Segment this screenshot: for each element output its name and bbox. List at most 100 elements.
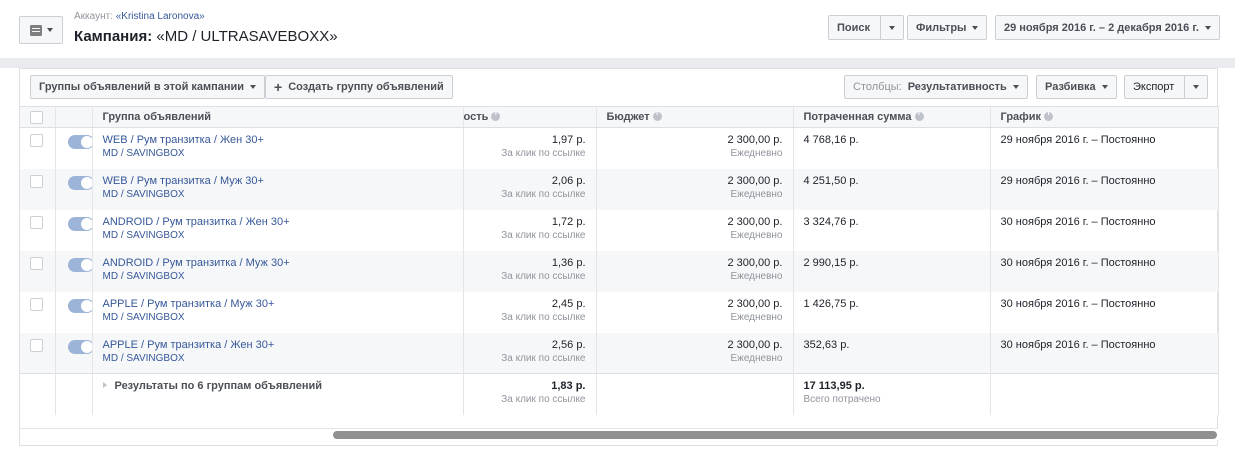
columns-dropdown[interactable]: Столбцы: Результативность [844, 75, 1028, 99]
export-dropdown-toggle[interactable] [1184, 76, 1207, 98]
column-header-spent[interactable]: Потраченная сумма [793, 106, 991, 128]
totals-label-cell[interactable]: Результаты по 6 группам объявлений [92, 373, 464, 415]
budget-cell[interactable]: 2 300,00 р. Ежедневно [596, 291, 794, 333]
row-checkbox[interactable] [30, 174, 43, 188]
adset-status-toggle[interactable] [67, 216, 91, 231]
adset-name-cell: WEB / Рум транзитка / Жен 30+ MD / SAVING… [92, 127, 464, 169]
search-button[interactable]: Поиск [828, 15, 905, 40]
adset-campaign-link[interactable]: MD / SAVINGBOX [103, 312, 453, 323]
schedule-cell: 30 ноября 2016 г. – Постоянно [990, 250, 1219, 292]
column-header-budget[interactable]: Бюджет [596, 106, 794, 128]
cost-value: 2,45 р. [551, 297, 586, 310]
budget-subtext: Ежедневно [730, 188, 783, 200]
row-checkbox[interactable] [30, 256, 43, 270]
adset-campaign-link[interactable]: MD / SAVINGBOX [103, 353, 453, 364]
adset-name-link[interactable]: APPLE / Рум транзитка / Муж 30+ [103, 298, 453, 310]
column-header-cost-label: ость [463, 111, 489, 123]
adset-status-toggle[interactable] [67, 175, 91, 190]
spent-value: 3 324,76 р. [803, 215, 859, 228]
spent-value: 2 990,15 р. [803, 256, 859, 269]
cost-cell: 1,72 р. За клик по ссылке [463, 209, 597, 251]
table-row[interactable]: WEB / Рум транзитка / Жен 30+ MD / SAVING… [20, 127, 1219, 169]
scrollbar-thumb[interactable] [333, 431, 1217, 439]
chevron-down-icon [46, 28, 53, 32]
adset-campaign-link[interactable]: MD / SAVINGBOX [103, 230, 453, 241]
cost-value: 2,56 р. [551, 338, 586, 351]
create-adset-button[interactable]: + Создать группу объявлений [265, 75, 453, 99]
cost-subtext: За клик по ссылке [501, 352, 586, 364]
document-icon [29, 24, 42, 36]
row-checkbox[interactable] [30, 134, 43, 147]
adset-name-link[interactable]: WEB / Рум транзитка / Жен 30+ [103, 134, 453, 146]
adset-status-toggle[interactable] [67, 135, 91, 149]
budget-value: 2 300,00 р. [727, 297, 783, 310]
table-row[interactable]: APPLE / Рум транзитка / Жен 30+ MD / SAVI… [20, 332, 1219, 374]
table-row[interactable]: APPLE / Рум транзитка / Муж 30+ MD / SAVI… [20, 291, 1219, 333]
adsets-scope-label: Группы объявлений в этой кампании [39, 81, 245, 93]
adset-name-cell: ANDROID / Рум транзитка / Муж 30+ MD / SA… [92, 250, 464, 292]
budget-cell[interactable]: 2 300,00 р. Ежедневно [596, 209, 794, 251]
budget-cell[interactable]: 2 300,00 р. Ежедневно [596, 332, 794, 374]
column-header-schedule[interactable]: График [990, 106, 1219, 128]
account-line: Аккаунт: «Kristina Laronova» [74, 11, 205, 22]
chevron-down-icon [889, 25, 896, 30]
info-icon[interactable] [1044, 110, 1054, 121]
table-row[interactable]: ANDROID / Рум транзитка / Жен 30+ MD / SA… [20, 209, 1219, 251]
cost-value: 1,97 р. [551, 134, 586, 146]
adset-name-link[interactable]: ANDROID / Рум транзитка / Муж 30+ [103, 257, 453, 269]
date-range-picker[interactable]: 29 ноября 2016 г. – 2 декабря 2016 г. [995, 15, 1220, 40]
column-header-name[interactable]: Группа объявлений [92, 106, 464, 128]
chevron-down-icon [1101, 85, 1108, 89]
cost-subtext: За клик по ссылке [501, 270, 586, 282]
adset-name-cell: WEB / Рум транзитка / Муж 30+ MD / SAVING… [92, 168, 464, 210]
row-select-cell [20, 127, 56, 169]
adset-name-cell: APPLE / Рум транзитка / Муж 30+ MD / SAVI… [92, 291, 464, 333]
account-name-link[interactable]: «Kristina Laronova» [116, 11, 205, 22]
expand-triangle-icon[interactable] [102, 382, 107, 388]
adset-name-link[interactable]: APPLE / Рум транзитка / Жен 30+ [103, 339, 453, 351]
adset-status-toggle[interactable] [67, 257, 91, 272]
spent-cell: 352,63 р. [793, 332, 991, 374]
totals-cost-value: 1,83 р. [551, 380, 586, 392]
budget-subtext: Ежедневно [730, 311, 783, 323]
budget-cell[interactable]: 2 300,00 р. Ежедневно [596, 127, 794, 169]
adsets-scope-dropdown[interactable]: Группы объявлений в этой кампании [30, 75, 266, 99]
search-dropdown-toggle[interactable] [880, 16, 903, 39]
info-icon[interactable] [652, 110, 662, 121]
row-toggle-cell [55, 291, 93, 333]
row-checkbox[interactable] [30, 215, 43, 229]
row-toggle-cell [55, 332, 93, 374]
column-header-cost[interactable]: ость [463, 106, 597, 128]
adset-status-toggle[interactable] [67, 339, 91, 354]
table-row[interactable]: WEB / Рум транзитка / Муж 30+ MD / SAVING… [20, 168, 1219, 210]
totals-spent-value: 17 113,95 р. [803, 380, 865, 392]
totals-budget-cell [596, 373, 794, 415]
cost-subtext: За клик по ссылке [501, 188, 586, 200]
table-row[interactable]: ANDROID / Рум транзитка / Муж 30+ MD / SA… [20, 250, 1219, 292]
adset-campaign-link[interactable]: MD / SAVINGBOX [103, 148, 453, 159]
info-icon[interactable] [914, 110, 924, 121]
select-all-checkbox[interactable] [30, 111, 43, 124]
filters-button[interactable]: Фильтры [907, 15, 988, 40]
report-menu-button[interactable] [19, 16, 63, 44]
breakdown-dropdown[interactable]: Разбивка [1036, 75, 1117, 99]
schedule-value: 30 ноября 2016 г. – Постоянно [1000, 256, 1156, 269]
adset-name-link[interactable]: WEB / Рум транзитка / Муж 30+ [103, 175, 453, 187]
totals-cost-subtext: За клик по ссылке [501, 394, 586, 405]
info-icon[interactable] [491, 110, 501, 121]
budget-cell[interactable]: 2 300,00 р. Ежедневно [596, 250, 794, 292]
row-checkbox[interactable] [30, 297, 43, 311]
row-checkbox[interactable] [30, 338, 43, 352]
adset-campaign-link[interactable]: MD / SAVINGBOX [103, 189, 453, 200]
export-button[interactable]: Экспорт [1124, 75, 1209, 99]
adset-campaign-link[interactable]: MD / SAVINGBOX [103, 271, 453, 282]
toggle-header-cell [55, 106, 93, 128]
adset-status-toggle[interactable] [67, 298, 91, 313]
horizontal-scrollbar[interactable] [20, 428, 1218, 440]
table-toolbar: Группы объявлений в этой кампании + Созд… [20, 69, 1217, 105]
filters-label: Фильтры [916, 21, 967, 34]
adset-name-link[interactable]: ANDROID / Рум транзитка / Жен 30+ [103, 216, 453, 228]
select-all-cell [20, 106, 56, 128]
budget-cell[interactable]: 2 300,00 р. Ежедневно [596, 168, 794, 210]
create-adset-label: Создать группу объявлений [288, 81, 444, 93]
